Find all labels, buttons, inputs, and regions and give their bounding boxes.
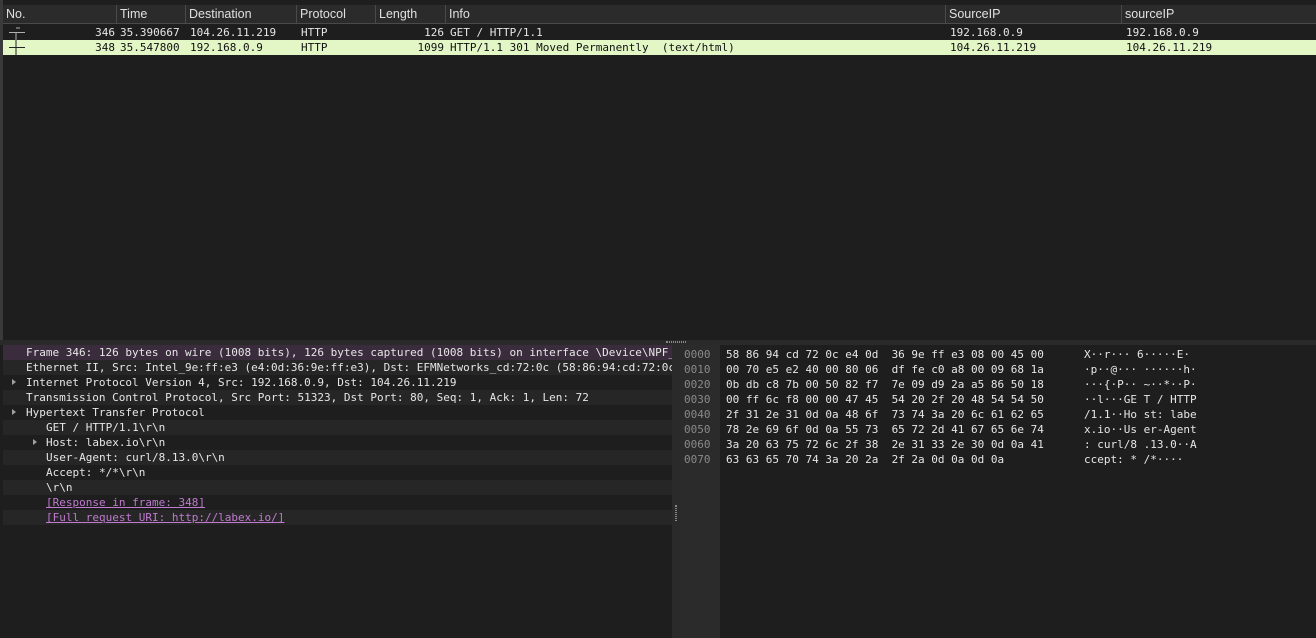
packet-protocol: HTTP [301, 41, 328, 54]
ascii-line[interactable]: : curl/8 .13.0··A [1084, 437, 1197, 452]
column-header-time[interactable]: Time [117, 5, 186, 24]
packet-no: 348 [95, 41, 115, 54]
packet-protocol: HTTP [301, 26, 328, 39]
packet-list-header: No. Time Destination Protocol Length Inf… [3, 5, 1316, 24]
hex-offset: 0000 [684, 348, 711, 361]
hex-offset: 0050 [684, 423, 711, 436]
packet-length: 1099 [417, 41, 445, 54]
tree-item-tcp[interactable]: Transmission Control Protocol, Src Port:… [3, 390, 672, 415]
tree-item-http-accept[interactable]: Accept: */*\r\n [3, 465, 672, 480]
packet-info: GET / HTTP/1.1 [450, 26, 543, 39]
tree-item-label: Internet Protocol Version 4, Src: 192.16… [26, 376, 457, 389]
hex-bytes-line[interactable]: 63 63 65 70 74 3a 20 2a 2f 2a 0d 0a 0d 0… [726, 452, 1004, 467]
tree-item-response-in-frame[interactable]: [Response in frame: 348] [3, 495, 672, 510]
ascii-line[interactable]: ccept: * /*···· [1084, 452, 1183, 467]
hex-offset-column: 0000 0010 0020 0030 0040 0050 0060 0070 [680, 345, 720, 638]
full-request-uri-link[interactable]: [Full request URI: http://labex.io/] [46, 510, 284, 525]
tree-item-ipv4[interactable]: Internet Protocol Version 4, Src: 192.16… [3, 375, 672, 400]
packet-row[interactable]: 346 35.390667 104.26.11.219 HTTP 126 GET… [3, 25, 1316, 40]
column-header-length[interactable]: Length [376, 5, 446, 24]
splitter-grip-icon [666, 341, 686, 343]
packet-row-selected[interactable]: 348 35.547800 192.168.0.9 HTTP 1099 HTTP… [3, 40, 1316, 55]
hex-offset: 0070 [684, 453, 711, 466]
column-header-sourceip[interactable]: SourceIP [946, 5, 1122, 24]
tree-item-http-host[interactable]: Host: labex.io\r\n [3, 435, 672, 450]
tree-item-ethernet[interactable]: Ethernet II, Src: Intel_9e:ff:e3 (e4:0d:… [3, 360, 672, 385]
tree-item-label: Ethernet II, Src: Intel_9e:ff:e3 (e4:0d:… [26, 361, 672, 374]
column-header-no[interactable]: No. [3, 5, 117, 24]
hex-offset: 0010 [684, 363, 711, 376]
hex-bytes-line[interactable]: 00 ff 6c f8 00 00 47 45 54 20 2f 20 48 5… [726, 392, 1044, 407]
hex-bytes-line[interactable]: 2f 31 2e 31 0d 0a 48 6f 73 74 3a 20 6c 6… [726, 407, 1044, 422]
column-header-info[interactable]: Info [446, 5, 946, 24]
ascii-line[interactable]: /1.1··Ho st: labe [1084, 407, 1197, 422]
column-header-sourceip-2[interactable]: sourceIP [1122, 5, 1316, 24]
hex-offset: 0020 [684, 378, 711, 391]
packet-bytes-pane[interactable]: 58 86 94 cd 72 0c e4 0d 36 9e ff e3 08 0… [720, 345, 1316, 638]
tree-item-label: User-Agent: curl/8.13.0\r\n [46, 451, 225, 464]
splitter-grip-icon [675, 505, 677, 521]
tree-item-http-user-agent[interactable]: User-Agent: curl/8.13.0\r\n [3, 450, 672, 465]
related-packet-response-icon [9, 40, 25, 55]
packet-info: HTTP/1.1 301 Moved Permanently (text/htm… [450, 41, 735, 54]
hex-offset: 0040 [684, 408, 711, 421]
tree-item-http[interactable]: Hypertext Transfer Protocol [3, 405, 672, 430]
packet-length: 126 [424, 26, 444, 39]
ascii-line[interactable]: x.io··Us er-Agent [1084, 422, 1197, 437]
vertical-splitter[interactable] [672, 345, 680, 638]
packet-time: 35.390667 [120, 26, 180, 39]
packet-no: 346 [95, 26, 115, 39]
tree-item-http-crlf[interactable]: \r\n [3, 480, 672, 495]
packet-sourceip-2: 192.168.0.9 [1126, 26, 1199, 39]
hex-bytes-line[interactable]: 00 70 e5 e2 40 00 80 06 df fe c0 a8 00 0… [726, 362, 1044, 377]
hex-bytes-line[interactable]: 0b db c8 7b 00 50 82 f7 7e 09 d9 2a a5 8… [726, 377, 1044, 392]
response-frame-link[interactable]: [Response in frame: 348] [46, 495, 205, 510]
related-packet-start-icon [9, 27, 25, 40]
tree-item-http-request-line[interactable]: GET / HTTP/1.1\r\n [3, 420, 672, 445]
hex-offset: 0030 [684, 393, 711, 406]
tree-item-label: Hypertext Transfer Protocol [26, 406, 205, 419]
ascii-line[interactable]: X··r··· 6·····E· [1084, 347, 1190, 362]
ascii-line[interactable]: ·p··@··· ······h· [1084, 362, 1197, 377]
column-header-destination[interactable]: Destination [186, 5, 297, 24]
packet-details-pane[interactable]: Frame 346: 126 bytes on wire (1008 bits)… [3, 345, 672, 638]
ascii-line[interactable]: ··l···GE T / HTTP [1084, 392, 1197, 407]
ascii-line[interactable]: ···{·P·· ~··*··P· [1084, 377, 1197, 392]
hex-bytes-line[interactable]: 78 2e 69 6f 0d 0a 55 73 65 72 2d 41 67 6… [726, 422, 1044, 437]
tree-item-full-request-uri[interactable]: [Full request URI: http://labex.io/] [3, 510, 672, 525]
packet-sourceip: 104.26.11.219 [950, 41, 1037, 54]
column-header-protocol[interactable]: Protocol [297, 5, 376, 24]
tree-item-label: Frame 346: 126 bytes on wire (1008 bits)… [26, 346, 672, 359]
tree-item-frame[interactable]: Frame 346: 126 bytes on wire (1008 bits)… [3, 345, 672, 370]
packet-sourceip-2: 104.26.11.219 [1126, 41, 1213, 54]
tree-item-label: Transmission Control Protocol, Src Port:… [26, 391, 589, 404]
tree-item-label: \r\n [46, 481, 73, 494]
hex-offset: 0060 [684, 438, 711, 451]
tree-item-label: Host: labex.io\r\n [46, 436, 166, 449]
hex-bytes-line[interactable]: 3a 20 63 75 72 6c 2f 38 2e 31 33 2e 30 0… [726, 437, 1044, 452]
packet-list-pane[interactable]: No. Time Destination Protocol Length Inf… [0, 0, 1316, 340]
packet-time: 35.547800 [120, 41, 180, 54]
hex-bytes-line[interactable]: 58 86 94 cd 72 0c e4 0d 36 9e ff e3 08 0… [726, 347, 1044, 362]
tree-item-label: Accept: */*\r\n [46, 466, 146, 479]
packet-sourceip: 192.168.0.9 [950, 26, 1023, 39]
packet-destination: 104.26.11.219 [190, 26, 277, 39]
tree-item-label: GET / HTTP/1.1\r\n [46, 421, 166, 434]
packet-destination: 192.168.0.9 [190, 41, 263, 54]
